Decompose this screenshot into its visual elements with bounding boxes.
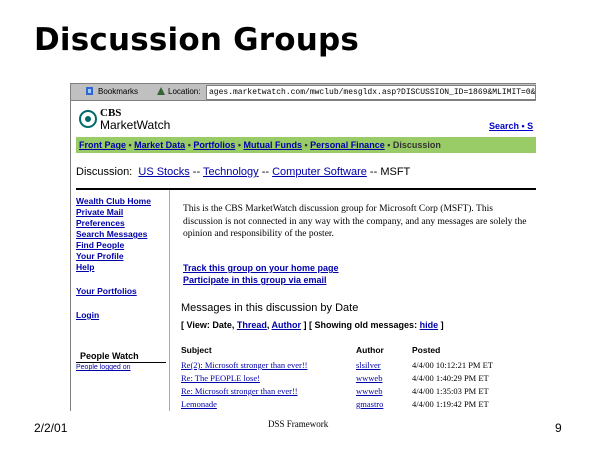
column-posted: Posted xyxy=(412,345,441,355)
logo-marketwatch-text: MarketWatch xyxy=(100,118,171,132)
view-suffix: ] xyxy=(438,320,444,330)
message-posted: 4/4/00 10:12:21 PM ET xyxy=(412,360,493,370)
site-navbar: Front Page • Market Data • Portfolios • … xyxy=(76,137,536,153)
discussion-breadcrumb: Discussion: US Stocks -- Technology -- C… xyxy=(76,166,410,178)
track-group-link[interactable]: Track this group on your home page xyxy=(183,262,339,274)
header-divider xyxy=(76,188,536,190)
message-subject[interactable]: Re: Microsoft stronger than ever!! xyxy=(181,386,298,396)
sidebar-login[interactable]: Login xyxy=(76,310,168,321)
message-author[interactable]: slsilver xyxy=(356,360,381,370)
nav-front-page[interactable]: Front Page xyxy=(79,140,126,150)
crumb-separator: -- xyxy=(366,166,381,178)
group-actions: Track this group on your home page Parti… xyxy=(183,262,339,286)
url-field[interactable]: ages.marketwatch.com/mwclub/mesgldx.asp?… xyxy=(206,85,536,100)
sidebar: Wealth Club Home Private Mail Preference… xyxy=(76,196,168,321)
sidebar-divider xyxy=(169,190,170,411)
page-number: 9 xyxy=(555,421,562,435)
messages-heading: Messages in this discussion by Date xyxy=(181,302,359,314)
discussion-label: Discussion: xyxy=(76,166,133,178)
crumb-us-stocks[interactable]: US Stocks xyxy=(138,166,189,178)
message-posted: 4/4/00 1:35:03 PM ET xyxy=(412,386,489,396)
view-prefix: [ View: Date, xyxy=(181,320,237,330)
sidebar-find-people[interactable]: Find People xyxy=(76,240,168,251)
view-mid: ] [ Showing old messages: xyxy=(301,320,420,330)
intro-text: This is the CBS MarketWatch discussion g… xyxy=(183,204,527,239)
sidebar-your-profile[interactable]: Your Profile xyxy=(76,251,168,262)
table-row[interactable]: Re: Microsoft stronger than ever!! wwweb… xyxy=(181,386,536,399)
sidebar-wealth-club-home[interactable]: Wealth Club Home xyxy=(76,196,168,207)
crumb-current-msft: MSFT xyxy=(380,166,411,178)
browser-toolbar: Bookmarks Location: ages.marketwatch.com… xyxy=(71,84,536,101)
nav-separator: • xyxy=(302,140,311,150)
message-posted: 4/4/00 1:40:29 PM ET xyxy=(412,373,489,383)
nav-mutual-funds[interactable]: Mutual Funds xyxy=(244,140,303,150)
crumb-separator: -- xyxy=(258,166,273,178)
message-author[interactable]: wwweb xyxy=(356,386,382,396)
message-author[interactable]: wwweb xyxy=(356,373,382,383)
slide-title: Discussion Groups xyxy=(34,22,360,58)
sidebar-help[interactable]: Help xyxy=(76,262,168,273)
people-watch-rule xyxy=(76,362,166,363)
nav-current-discussion: Discussion xyxy=(392,140,441,150)
sidebar-search-messages[interactable]: Search Messages xyxy=(76,229,168,240)
message-subject[interactable]: Re: The PEOPLE lose! xyxy=(181,373,260,383)
nav-separator: • xyxy=(126,140,135,150)
location-label: Location: xyxy=(168,87,201,96)
column-author: Author xyxy=(356,345,384,355)
sidebar-private-mail[interactable]: Private Mail xyxy=(76,207,168,218)
table-row[interactable]: Re: The PEOPLE lose! wwweb 4/4/00 1:40:2… xyxy=(181,373,536,386)
crumb-technology[interactable]: Technology xyxy=(203,166,259,178)
people-watch-title: People Watch xyxy=(80,351,139,361)
bookmarks-button[interactable]: Bookmarks xyxy=(98,86,138,97)
crumb-computer-software[interactable]: Computer Software xyxy=(272,166,367,178)
message-author[interactable]: gmastro xyxy=(356,399,383,409)
nav-separator: • xyxy=(384,140,393,150)
nav-market-data[interactable]: Market Data xyxy=(134,140,185,150)
nav-separator: • xyxy=(235,140,244,150)
footer-title: DSS Framework xyxy=(268,419,329,429)
table-row[interactable]: Lemonade gmastro 4/4/00 1:19:42 PM ET xyxy=(181,399,536,411)
people-logged-on-link[interactable]: People logged on xyxy=(76,364,131,371)
nav-personal-finance[interactable]: Personal Finance xyxy=(310,140,385,150)
participate-email-link[interactable]: Participate in this group via email xyxy=(183,274,339,286)
view-thread-link[interactable]: Thread xyxy=(237,320,267,330)
table-row[interactable]: Re(2): Microsoft stronger than ever!! sl… xyxy=(181,360,536,373)
footer-date: 2/2/01 xyxy=(34,421,68,435)
search-link[interactable]: Search • S xyxy=(489,121,533,131)
view-author-link[interactable]: Author xyxy=(272,320,302,330)
cbs-eye-icon xyxy=(79,110,97,128)
hide-old-messages-link[interactable]: hide xyxy=(420,320,439,330)
sidebar-your-portfolios[interactable]: Your Portfolios xyxy=(76,286,168,297)
sidebar-preferences[interactable]: Preferences xyxy=(76,218,168,229)
bookmarks-icon[interactable] xyxy=(85,86,95,97)
message-posted: 4/4/00 1:19:42 PM ET xyxy=(412,399,489,409)
location-icon xyxy=(156,86,166,97)
browser-screenshot: Bookmarks Location: ages.marketwatch.com… xyxy=(70,83,536,411)
crumb-separator: -- xyxy=(189,166,203,178)
nav-portfolios[interactable]: Portfolios xyxy=(193,140,235,150)
message-subject[interactable]: Re(2): Microsoft stronger than ever!! xyxy=(181,360,308,370)
message-subject[interactable]: Lemonade xyxy=(181,399,217,409)
column-subject: Subject xyxy=(181,345,212,355)
view-options: [ View: Date, Thread, Author ] [ Showing… xyxy=(181,320,444,330)
